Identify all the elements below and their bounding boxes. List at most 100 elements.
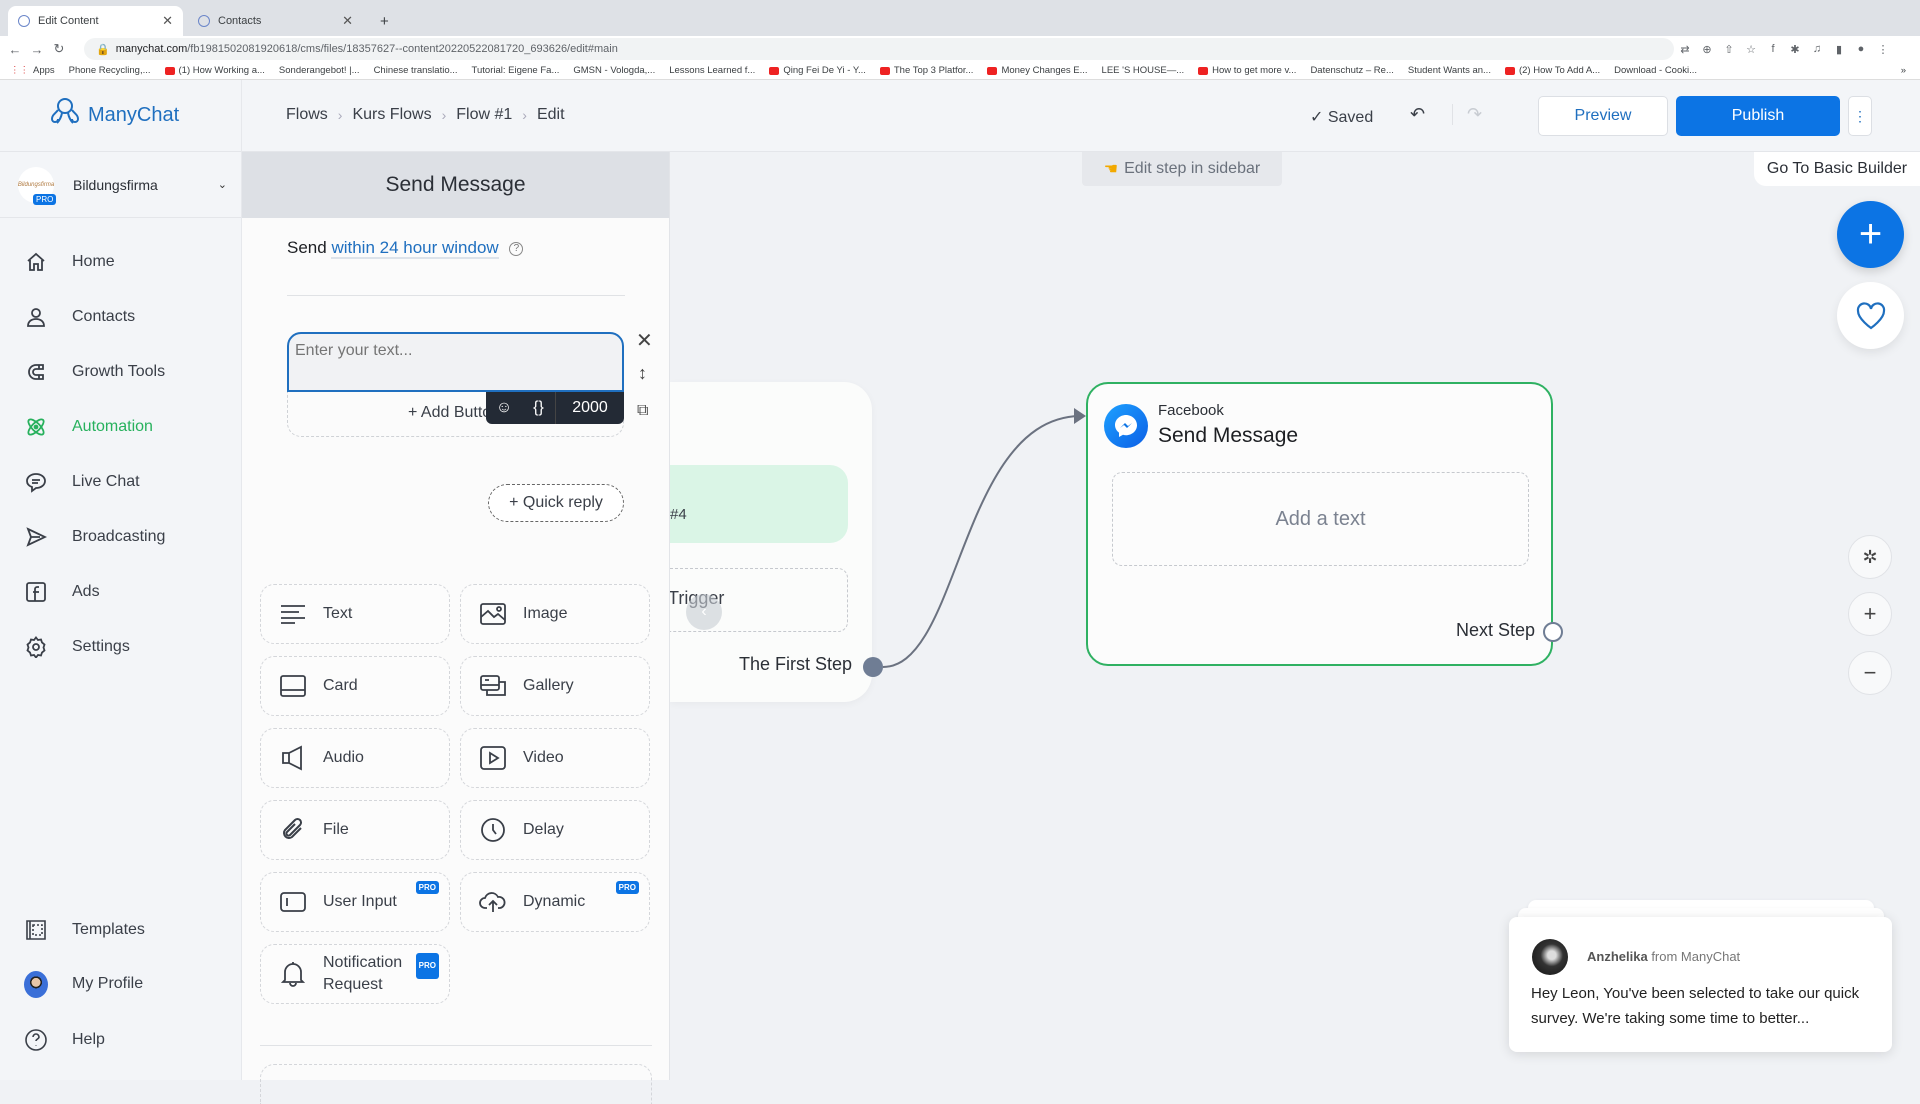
profile-avatar-icon[interactable]: ● bbox=[1850, 43, 1872, 55]
block-notification-request[interactable]: Notification Request PRO bbox=[260, 944, 450, 1004]
more-options-button[interactable]: ⋮ bbox=[1848, 96, 1872, 136]
facebook-extension-icon[interactable]: f bbox=[1762, 43, 1784, 55]
add-step-fab[interactable]: + bbox=[1837, 201, 1904, 268]
chat-sender: Anzhelika from ManyChat bbox=[1587, 949, 1741, 964]
first-step-connector-handle[interactable] bbox=[863, 657, 883, 677]
breadcrumb-kurs-flows[interactable]: Kurs Flows bbox=[352, 106, 431, 124]
bookmark-item[interactable]: Tutorial: Eigene Fa... bbox=[472, 65, 560, 76]
extensions-puzzle-icon[interactable]: ✱ bbox=[1784, 43, 1806, 56]
translate-icon[interactable]: ⇄ bbox=[1674, 43, 1696, 56]
duplicate-icon[interactable]: ⧉ bbox=[637, 402, 648, 420]
url-field[interactable]: 🔒 manychat.com /fb198150208192061​8/cms/… bbox=[84, 38, 1674, 60]
bookmark-item[interactable]: (2) How To Add A... bbox=[1504, 65, 1600, 76]
back-icon[interactable]: ← bbox=[4, 42, 26, 57]
browser-tab-contacts[interactable]: Contacts ✕ bbox=[188, 6, 363, 36]
block-dynamic[interactable]: Dynamic PRO bbox=[460, 872, 650, 932]
bookmark-item[interactable]: ⋮⋮ Apps bbox=[10, 65, 55, 76]
zoom-icon[interactable]: ⊕ bbox=[1696, 43, 1718, 56]
account-switcher[interactable]: Bildungsfirma PRO Bildungsfirma ⌄ bbox=[0, 152, 241, 218]
bookmark-item[interactable]: GMSN - Vologda,... bbox=[573, 65, 655, 76]
bookmark-item[interactable]: Lessons Learned f... bbox=[669, 65, 755, 76]
sidebar-item-settings[interactable]: Settings bbox=[0, 627, 242, 667]
starting-step-node[interactable]: #4 Trigger ‹ The First Step bbox=[668, 382, 872, 702]
bookmark-item[interactable]: Money Changes E... bbox=[987, 65, 1088, 76]
block-file[interactable]: File bbox=[260, 800, 450, 860]
bookmark-item[interactable]: LEE 'S HOUSE—... bbox=[1102, 65, 1185, 76]
zoom-in-button[interactable]: + bbox=[1848, 592, 1892, 636]
sidebar-item-help[interactable]: Help bbox=[0, 1020, 242, 1060]
media-icon[interactable]: ♫ bbox=[1806, 43, 1828, 55]
bookmark-item[interactable]: Sonderangebot! |... bbox=[279, 65, 360, 76]
auto-arrange-button[interactable]: ✲ bbox=[1848, 535, 1892, 579]
redo-icon[interactable]: ↷ bbox=[1452, 104, 1482, 125]
message-text-input[interactable] bbox=[287, 332, 624, 392]
variable-braces-icon[interactable]: {} bbox=[522, 392, 556, 424]
block-image[interactable]: Image bbox=[460, 584, 650, 644]
sidebar-item-templates[interactable]: Templates bbox=[0, 910, 242, 950]
share-icon[interactable]: ⇧ bbox=[1718, 43, 1740, 56]
close-icon[interactable]: ✕ bbox=[636, 328, 653, 353]
collapse-panel-button[interactable]: ‹ bbox=[686, 594, 722, 630]
bookmark-item[interactable]: (1) How Working a... bbox=[164, 65, 265, 76]
favorite-fab[interactable] bbox=[1837, 282, 1904, 349]
breadcrumb-flows[interactable]: Flows bbox=[286, 106, 328, 124]
sender-avatar bbox=[1532, 939, 1568, 975]
browser-tab-edit-content[interactable]: Edit Content ✕ bbox=[8, 6, 183, 36]
reorder-arrows-icon[interactable]: ↕ bbox=[638, 363, 647, 384]
bookmarks-overflow[interactable]: » bbox=[1901, 65, 1906, 76]
lock-icon: 🔒 bbox=[96, 43, 110, 56]
next-step-box[interactable] bbox=[260, 1064, 652, 1104]
zoom-out-button[interactable]: − bbox=[1848, 651, 1892, 695]
divider bbox=[260, 1045, 652, 1046]
preview-button[interactable]: Preview bbox=[1538, 96, 1668, 136]
close-tab-icon[interactable]: ✕ bbox=[162, 13, 173, 29]
bookmark-item[interactable]: Chinese translatio... bbox=[374, 65, 458, 76]
block-delay[interactable]: Delay bbox=[460, 800, 650, 860]
editor-title: Send Message bbox=[242, 152, 669, 218]
bookmark-item[interactable]: Phone Recycling,... bbox=[69, 65, 151, 76]
add-text-placeholder[interactable]: Add a text bbox=[1112, 472, 1529, 566]
block-text[interactable]: Text bbox=[260, 584, 450, 644]
block-gallery[interactable]: Gallery bbox=[460, 656, 650, 716]
sidebar-item-home[interactable]: Home bbox=[0, 242, 242, 282]
bookmark-item[interactable]: Qing Fei De Yi - Y... bbox=[769, 65, 866, 76]
forward-icon[interactable]: → bbox=[26, 42, 48, 57]
sidebar-item-live-chat[interactable]: Live Chat bbox=[0, 462, 242, 502]
emoji-icon[interactable]: ☺ bbox=[486, 392, 522, 424]
sidepanel-icon[interactable]: ▮ bbox=[1828, 43, 1850, 56]
block-audio[interactable]: Audio bbox=[260, 728, 450, 788]
close-tab-icon[interactable]: ✕ bbox=[342, 13, 353, 29]
trigger-item[interactable] bbox=[670, 465, 848, 543]
bookmark-item[interactable]: Student Wants an... bbox=[1408, 65, 1491, 76]
block-video[interactable]: Video bbox=[460, 728, 650, 788]
next-step-connector-handle[interactable] bbox=[1543, 622, 1563, 642]
bookmark-star-icon[interactable]: ☆ bbox=[1740, 43, 1762, 56]
breadcrumb-flow-1[interactable]: Flow #1 bbox=[456, 106, 512, 124]
quick-reply-button[interactable]: + Quick reply bbox=[488, 484, 624, 522]
sidebar-item-growth-tools[interactable]: Growth Tools bbox=[0, 352, 242, 392]
sidebar-item-automation[interactable]: Automation bbox=[0, 407, 242, 447]
block-card[interactable]: Card bbox=[260, 656, 450, 716]
manychat-logo[interactable]: ManyChat bbox=[0, 80, 241, 152]
send-message-node[interactable]: Facebook Send Message Add a text Next St… bbox=[1086, 382, 1553, 666]
sidebar-item-contacts[interactable]: Contacts bbox=[0, 297, 242, 337]
bookmark-item[interactable]: Download - Cooki... bbox=[1614, 65, 1697, 76]
chat-popup-card[interactable]: Anzhelika from ManyChat Hey Leon, You've… bbox=[1509, 917, 1892, 1052]
block-user-input[interactable]: User Input PRO bbox=[260, 872, 450, 932]
sidebar-item-ads[interactable]: Ads bbox=[0, 572, 242, 612]
sidebar-item-my-profile[interactable]: My Profile bbox=[0, 964, 242, 1004]
sidebar-item-broadcasting[interactable]: Broadcasting bbox=[0, 517, 242, 557]
go-to-basic-builder-button[interactable]: Go To Basic Builder bbox=[1754, 152, 1920, 186]
undo-icon[interactable]: ↶ bbox=[1410, 104, 1425, 125]
publish-button[interactable]: Publish bbox=[1676, 96, 1840, 136]
bookmark-item[interactable]: Datenschutz – Re... bbox=[1310, 65, 1393, 76]
chrome-menu-icon[interactable]: ⋮ bbox=[1872, 43, 1894, 56]
chevron-right-icon: › bbox=[337, 107, 343, 123]
account-avatar: Bildungsfirma PRO bbox=[18, 166, 57, 205]
bookmark-item[interactable]: How to get more v... bbox=[1198, 65, 1296, 76]
bookmark-item[interactable]: The Top 3 Platfor... bbox=[879, 65, 973, 76]
reload-icon[interactable]: ↻ bbox=[48, 41, 70, 57]
send-window-link[interactable]: within 24 hour window bbox=[331, 238, 499, 259]
help-circle-icon[interactable]: ? bbox=[509, 241, 524, 256]
new-tab-button[interactable]: + bbox=[370, 6, 400, 36]
